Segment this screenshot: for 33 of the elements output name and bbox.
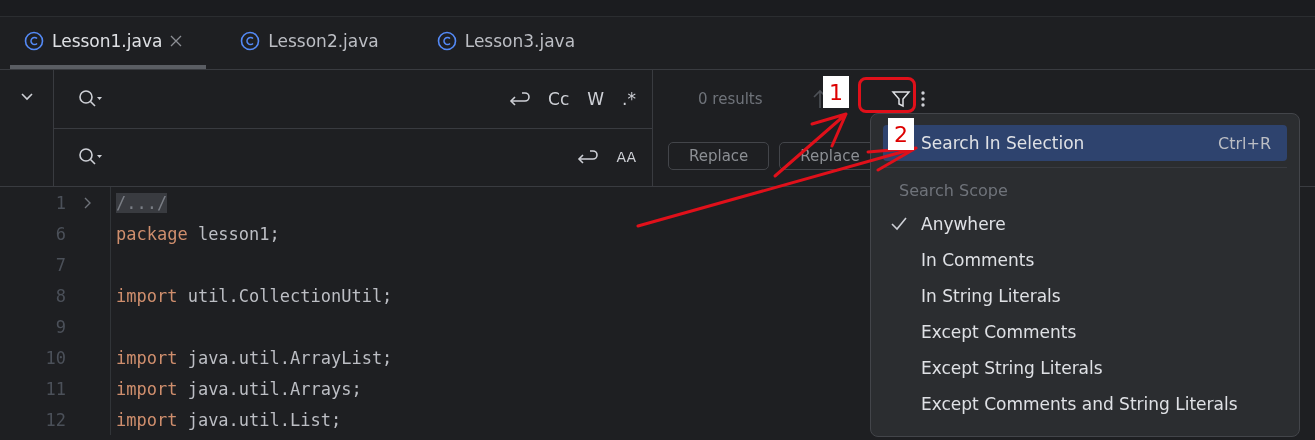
menu-item[interactable]: In String Literals [883, 278, 1287, 314]
annotation-number: 1 [823, 76, 849, 108]
search-icon[interactable] [78, 88, 104, 109]
more-icon[interactable] [921, 90, 925, 108]
code-line: import java.util.List; [116, 409, 342, 430]
menu-section-header: Search Scope [898, 179, 1009, 202]
search-option-toggle[interactable]: W [587, 88, 605, 109]
menu-item[interactable]: Except Comments and String Literals [883, 386, 1287, 422]
menu-item[interactable]: Except String Literals [883, 350, 1287, 386]
results-count: 0 results [698, 90, 764, 108]
search-option-toggle[interactable]: .* [622, 88, 636, 109]
shortcut-label: Ctrl+R [1218, 133, 1271, 153]
file-tab[interactable]: Lesson2.java [226, 17, 403, 69]
search-option-toggle[interactable]: Cc [548, 88, 570, 109]
menu-item[interactable]: In Comments [883, 242, 1287, 278]
annotation-number: 2 [888, 118, 914, 150]
class-icon [436, 31, 457, 51]
class-icon [24, 31, 44, 51]
close-icon[interactable] [170, 35, 183, 47]
replace-button[interactable]: Replace [668, 142, 770, 170]
code-line: import java.util.Arrays; [116, 378, 362, 399]
chevron-down-icon[interactable] [19, 92, 34, 102]
fold-chevron-icon[interactable] [84, 196, 92, 209]
file-tab[interactable]: Lesson3.java [422, 17, 600, 69]
highlight-ring [858, 77, 916, 113]
file-tab[interactable]: Lesson1.java [10, 17, 207, 69]
menu-item[interactable]: Except Comments [883, 314, 1287, 350]
code-line: package lesson1; [116, 223, 280, 244]
menu-item[interactable]: Anywhere [883, 206, 1287, 242]
class-icon [240, 31, 261, 51]
code-line: import java.util.ArrayList; [116, 347, 393, 368]
preserve-case-toggle[interactable]: AA [616, 149, 636, 166]
code-line: import util.CollectionUtil; [116, 285, 393, 306]
